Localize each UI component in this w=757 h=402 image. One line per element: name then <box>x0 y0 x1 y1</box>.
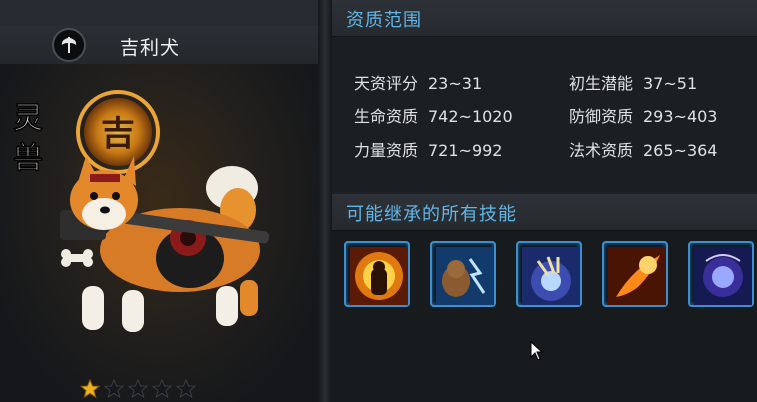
details-panel: 资质范围 天资评分 23~31 初生潜能 37~51 生命资质 742~1020 防御… <box>332 0 757 402</box>
stat-label: 生命资质 <box>354 107 419 126</box>
axe-icon[interactable] <box>52 28 86 62</box>
stat-label: 法术资质 <box>569 141 634 160</box>
mouse-cursor-icon <box>530 341 544 361</box>
star-filled-icon <box>80 379 100 399</box>
star-empty-icon <box>176 379 196 399</box>
stat-value: 23~31 <box>428 74 483 93</box>
star-empty-icon <box>152 379 172 399</box>
skills-header: 可能继承的所有技能 <box>332 194 757 231</box>
stat-label: 力量资质 <box>354 141 419 160</box>
left-top-bar <box>0 0 318 26</box>
star-empty-icon <box>128 379 148 399</box>
skills-title: 可能继承的所有技能 <box>346 204 517 225</box>
stat-defense-aptitude: 防御资质 293~403 <box>569 103 717 127</box>
stat-label: 天资评分 <box>354 74 419 93</box>
beast-lightning-skill-icon[interactable] <box>430 241 496 307</box>
aptitude-stats: 天资评分 23~31 初生潜能 37~51 生命资质 742~1020 防御资质 293… <box>332 37 757 192</box>
halo-glyph: 吉 <box>101 114 135 154</box>
stat-strength-aptitude: 力量资质 721~992 <box>354 137 502 161</box>
star-rating <box>80 379 196 402</box>
stat-initial-potential: 初生潜能 37~51 <box>569 70 697 94</box>
stat-value: 293~403 <box>643 107 718 126</box>
aptitude-title: 资质范围 <box>346 10 422 31</box>
stat-value: 742~1020 <box>428 107 513 126</box>
pet-info-panel: 吉利犬 灵 兽 吉 <box>0 0 318 402</box>
arcane-orb-skill-icon[interactable] <box>688 241 754 307</box>
demon-fire-skill-icon[interactable] <box>344 241 410 307</box>
flame-fist-skill-icon[interactable] <box>602 241 668 307</box>
claw-burst-skill-icon[interactable] <box>516 241 582 307</box>
stat-natural-score: 天资评分 23~31 <box>354 70 482 94</box>
shiba-pet-illustration: 吉 <box>60 90 270 332</box>
stat-magic-aptitude: 法术资质 265~364 <box>569 137 717 161</box>
skills-list <box>332 231 757 402</box>
stat-value: 265~364 <box>643 141 718 160</box>
stat-life-aptitude: 生命资质 742~1020 <box>354 103 513 127</box>
panel-divider <box>318 0 332 402</box>
star-empty-icon <box>104 379 124 399</box>
stat-label: 初生潜能 <box>569 74 634 93</box>
stat-value: 37~51 <box>643 74 698 93</box>
stat-label: 防御资质 <box>569 107 634 126</box>
stat-value: 721~992 <box>428 141 503 160</box>
pet-name: 吉利犬 <box>120 37 181 59</box>
aptitude-header: 资质范围 <box>332 0 757 37</box>
